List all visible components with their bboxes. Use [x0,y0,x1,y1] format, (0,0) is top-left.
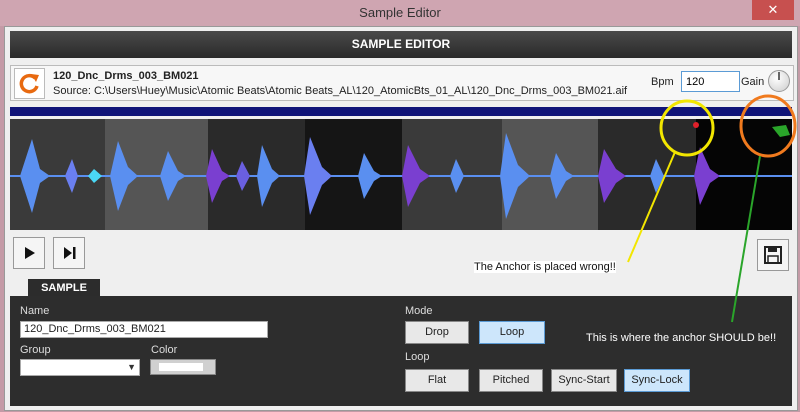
skip-button[interactable] [53,237,85,269]
refresh-icon [19,73,39,94]
reload-button[interactable] [14,68,45,99]
tab-sample[interactable]: SAMPLE [28,279,100,297]
mode-loop-button[interactable]: Loop [479,321,545,344]
annotation-wrong-text: The Anchor is placed wrong!! [474,261,616,273]
color-picker[interactable] [150,359,216,375]
loop-flat-button[interactable]: Flat [405,369,469,392]
mode-label: Mode [405,305,433,317]
color-label: Color [151,344,178,356]
sample-info-bar: 120_Dnc_Drms_003_BM021 Source: C:\Users\… [10,65,794,101]
window-title-bar: Sample Editor ✕ [0,0,800,26]
annotation-should-text: This is where the anchor SHOULD be!! [586,332,777,344]
gain-label: Gain [741,76,765,88]
sample-settings-panel: Name 120_Dnc_Drms_003_BM021 Group ▼ Colo… [10,296,792,406]
loop-label: Loop [405,351,430,363]
loop-sync-lock-button[interactable]: Sync-Lock [624,369,690,392]
save-icon [764,246,782,264]
group-select[interactable]: ▼ [20,359,140,376]
play-button[interactable] [13,237,45,269]
sample-filename: 120_Dnc_Drms_003_BM021 [53,70,199,82]
editor-header: SAMPLE EDITOR [10,31,792,58]
mode-drop-button[interactable]: Drop [405,321,469,344]
close-button[interactable]: ✕ [752,0,794,20]
anchor-marker-wrong [693,122,699,128]
skip-to-end-icon [64,247,76,259]
waveform-graphic [10,119,792,230]
waveform-view[interactable] [10,119,792,230]
name-input[interactable]: 120_Dnc_Drms_003_BM021 [20,321,268,338]
position-bar[interactable] [10,107,792,116]
group-label: Group [20,344,51,356]
bpm-label: Bpm [651,76,674,88]
sample-editor-window: SAMPLE EDITOR 120_Dnc_Drms_003_BM021 Sou… [4,26,798,411]
sample-source-path: Source: C:\Users\Huey\Music\Atomic Beats… [53,85,628,97]
loop-sync-start-button[interactable]: Sync-Start [551,369,617,392]
window-title: Sample Editor [359,5,441,20]
loop-pitched-button[interactable]: Pitched [479,369,543,392]
save-button[interactable] [757,239,789,271]
chevron-down-icon: ▼ [127,362,136,372]
gain-knob[interactable] [768,70,790,92]
bpm-input[interactable] [681,71,740,92]
name-label: Name [20,305,50,317]
play-icon [25,247,35,259]
